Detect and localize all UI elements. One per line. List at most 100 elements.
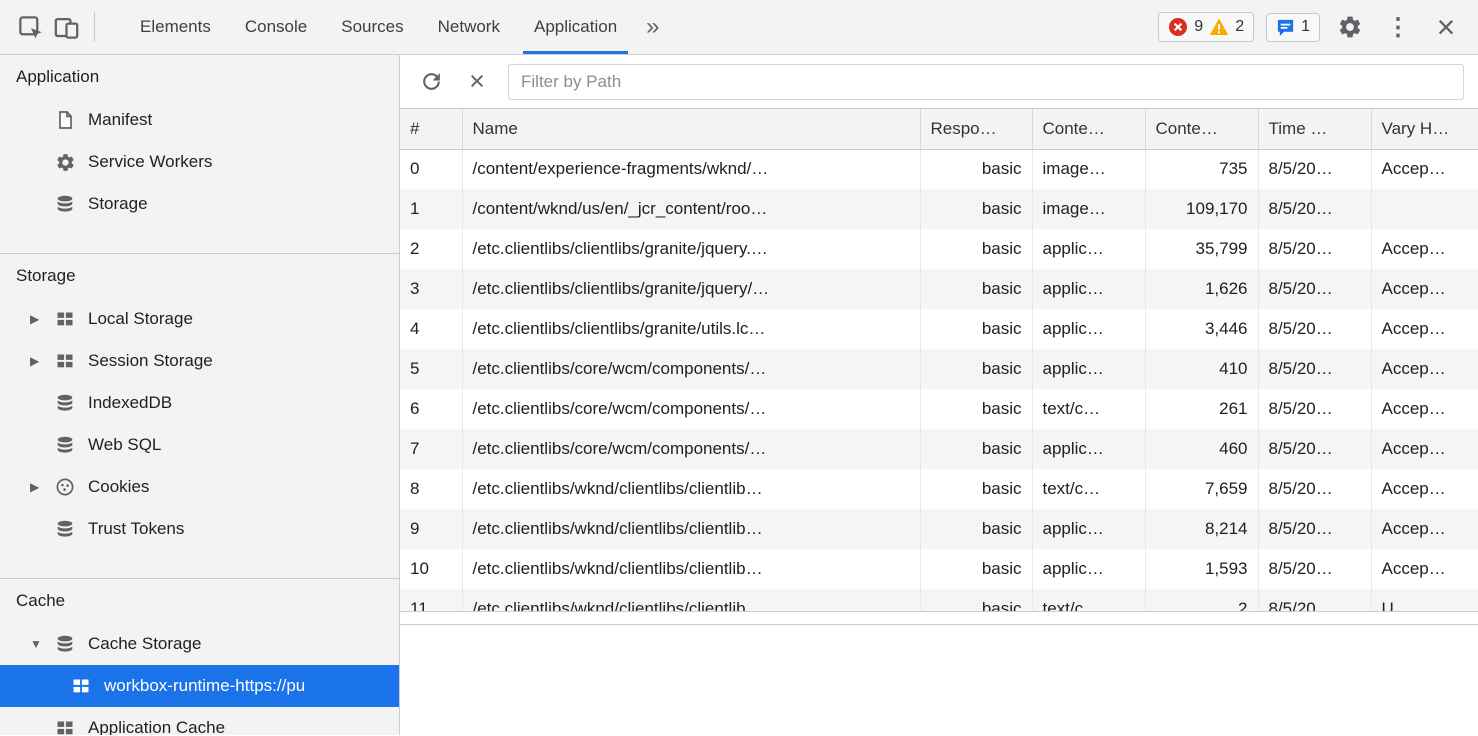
cell-vary-header: Accep… [1371,509,1478,549]
sidebar-tree: ApplicationManifestService WorkersStorag… [0,55,399,735]
table-row[interactable]: 7/etc.clientlibs/core/wcm/components/…ba… [400,429,1478,469]
table-row[interactable]: 10/etc.clientlibs/wknd/clientlibs/client… [400,549,1478,589]
cell-content-length: 410 [1145,349,1258,389]
table-row[interactable]: 6/etc.clientlibs/core/wcm/components/…ba… [400,389,1478,429]
sidebar-item-workbox-runtime-https-pu[interactable]: workbox-runtime-https://pu [0,665,399,707]
document-icon [54,109,76,131]
cell-index: 11 [400,589,462,612]
cell-index: 10 [400,549,462,589]
triangle-collapsed-icon[interactable]: ▶ [30,480,54,494]
cache-entries-table-wrap[interactable]: #NameRespo…Conte…Conte…Time …Vary H… 0/c… [400,109,1478,612]
cell-response-type: basic [920,309,1032,349]
gear-icon [54,151,76,173]
sidebar-item-trust-tokens[interactable]: Trust Tokens [0,508,399,550]
cell-index: 4 [400,309,462,349]
sidebar-item-label: Local Storage [88,309,193,329]
column-header-content-type[interactable]: Conte… [1032,109,1145,149]
table-row[interactable]: 3/etc.clientlibs/clientlibs/granite/jque… [400,269,1478,309]
sidebar-section-application: ApplicationManifestService WorkersStorag… [0,55,399,253]
sidebar-section-storage: Storage▶Local Storage▶Session StorageInd… [0,253,399,578]
sidebar-item-label: Application Cache [88,718,225,735]
column-header-vary-header[interactable]: Vary H… [1371,109,1478,149]
cell-name: /etc.clientlibs/clientlibs/granite/jquer… [462,229,920,269]
sidebar-item-cookies[interactable]: ▶Cookies [0,466,399,508]
settings-gear-icon[interactable] [1332,9,1368,45]
tab-elements[interactable]: Elements [123,0,228,54]
table-row[interactable]: 11/etc.clientlibs/wknd/clientlibs/client… [400,589,1478,612]
tab-label: Application [534,17,617,37]
splitter[interactable] [400,612,1478,624]
sidebar-item-session-storage[interactable]: ▶Session Storage [0,340,399,382]
toolbar-right-cluster: 9 2 1 [1158,9,1478,45]
table-icon [70,675,92,697]
table-row[interactable]: 1/content/wknd/us/en/_jcr_content/roo…ba… [400,189,1478,229]
table-icon [54,350,76,372]
sidebar-item-label: Storage [88,194,148,214]
sidebar-item-local-storage[interactable]: ▶ Local Storage [0,298,399,340]
table-row[interactable]: 0/content/experience-fragments/wknd/…bas… [400,149,1478,189]
sidebar-item-storage[interactable]: Storage [0,183,399,225]
cell-content-type: applic… [1032,269,1145,309]
tab-sources[interactable]: Sources [324,0,420,54]
table-body: 0/content/experience-fragments/wknd/…bas… [400,149,1478,612]
cell-vary-header: Accep… [1371,469,1478,509]
filter-by-path-input[interactable] [508,64,1464,100]
cell-response-type: basic [920,549,1032,589]
delete-selected-icon[interactable]: × [462,67,492,97]
cell-name: /etc.clientlibs/clientlibs/granite/jquer… [462,269,920,309]
cell-content-length: 3,446 [1145,309,1258,349]
cell-response-type: basic [920,469,1032,509]
cell-time-cached: 8/5/20… [1258,189,1371,229]
sidebar-item-service-workers[interactable]: Service Workers [0,141,399,183]
table-row[interactable]: 5/etc.clientlibs/core/wcm/components/…ba… [400,349,1478,389]
triangle-collapsed-icon[interactable]: ▶ [30,312,54,326]
table-row[interactable]: 2/etc.clientlibs/clientlibs/granite/jque… [400,229,1478,269]
cell-name: /etc.clientlibs/clientlibs/granite/utils… [462,309,920,349]
column-header-response-type[interactable]: Respo… [920,109,1032,149]
sidebar-item-manifest[interactable]: Manifest [0,99,399,141]
tab-network[interactable]: Network [421,0,517,54]
column-header-index[interactable]: # [400,109,462,149]
overflow-menu-icon[interactable]: ⋮ [1380,9,1416,45]
issues-badge[interactable]: 1 [1266,13,1320,42]
cell-content-type: text/c… [1032,469,1145,509]
sidebar-item-label: IndexedDB [88,393,172,413]
close-devtools-icon[interactable]: × [1428,9,1464,45]
device-toolbar-icon[interactable] [48,9,84,45]
sidebar-item-label: Cache Storage [88,634,201,654]
cell-index: 9 [400,509,462,549]
triangle-expanded-icon[interactable]: ▼ [30,637,54,651]
cell-content-length: 735 [1145,149,1258,189]
cache-entries-table: #NameRespo…Conte…Conte…Time …Vary H… 0/c… [400,109,1478,612]
tab-application[interactable]: Application [517,0,634,54]
tab-console[interactable]: Console [228,0,324,54]
sidebar-item-indexeddb[interactable]: IndexedDB [0,382,399,424]
cell-time-cached: 8/5/20… [1258,149,1371,189]
cell-content-type: applic… [1032,309,1145,349]
table-row[interactable]: 9/etc.clientlibs/wknd/clientlibs/clientl… [400,509,1478,549]
filter-toolbar: × [400,55,1478,109]
sidebar-item-label: Trust Tokens [88,519,184,539]
more-tabs-chevron-icon[interactable]: » [634,13,671,41]
triangle-collapsed-icon[interactable]: ▶ [30,354,54,368]
cell-time-cached: 8/5/20… [1258,509,1371,549]
issues-icon [1276,18,1295,37]
column-header-time-cached[interactable]: Time … [1258,109,1371,149]
cell-content-type: applic… [1032,429,1145,469]
cell-response-type: basic [920,429,1032,469]
table-row[interactable]: 8/etc.clientlibs/wknd/clientlibs/clientl… [400,469,1478,509]
cell-time-cached: 8/5/20… [1258,469,1371,509]
column-header-content-length[interactable]: Conte… [1145,109,1258,149]
sidebar-item-application-cache[interactable]: Application Cache [0,707,399,735]
column-header-name[interactable]: Name [462,109,920,149]
table-row[interactable]: 4/etc.clientlibs/clientlibs/granite/util… [400,309,1478,349]
tab-label: Console [245,17,307,37]
cell-name: /etc.clientlibs/wknd/clientlibs/clientli… [462,509,920,549]
sidebar-item-cache-storage[interactable]: ▼ Cache Storage [0,623,399,665]
errors-warnings-badge[interactable]: 9 2 [1158,12,1254,42]
sidebar-item-web-sql[interactable]: Web SQL [0,424,399,466]
refresh-icon[interactable] [416,67,446,97]
inspect-element-icon[interactable] [12,9,48,45]
cell-content-type: applic… [1032,229,1145,269]
cell-time-cached: 8/5/20… [1258,349,1371,389]
